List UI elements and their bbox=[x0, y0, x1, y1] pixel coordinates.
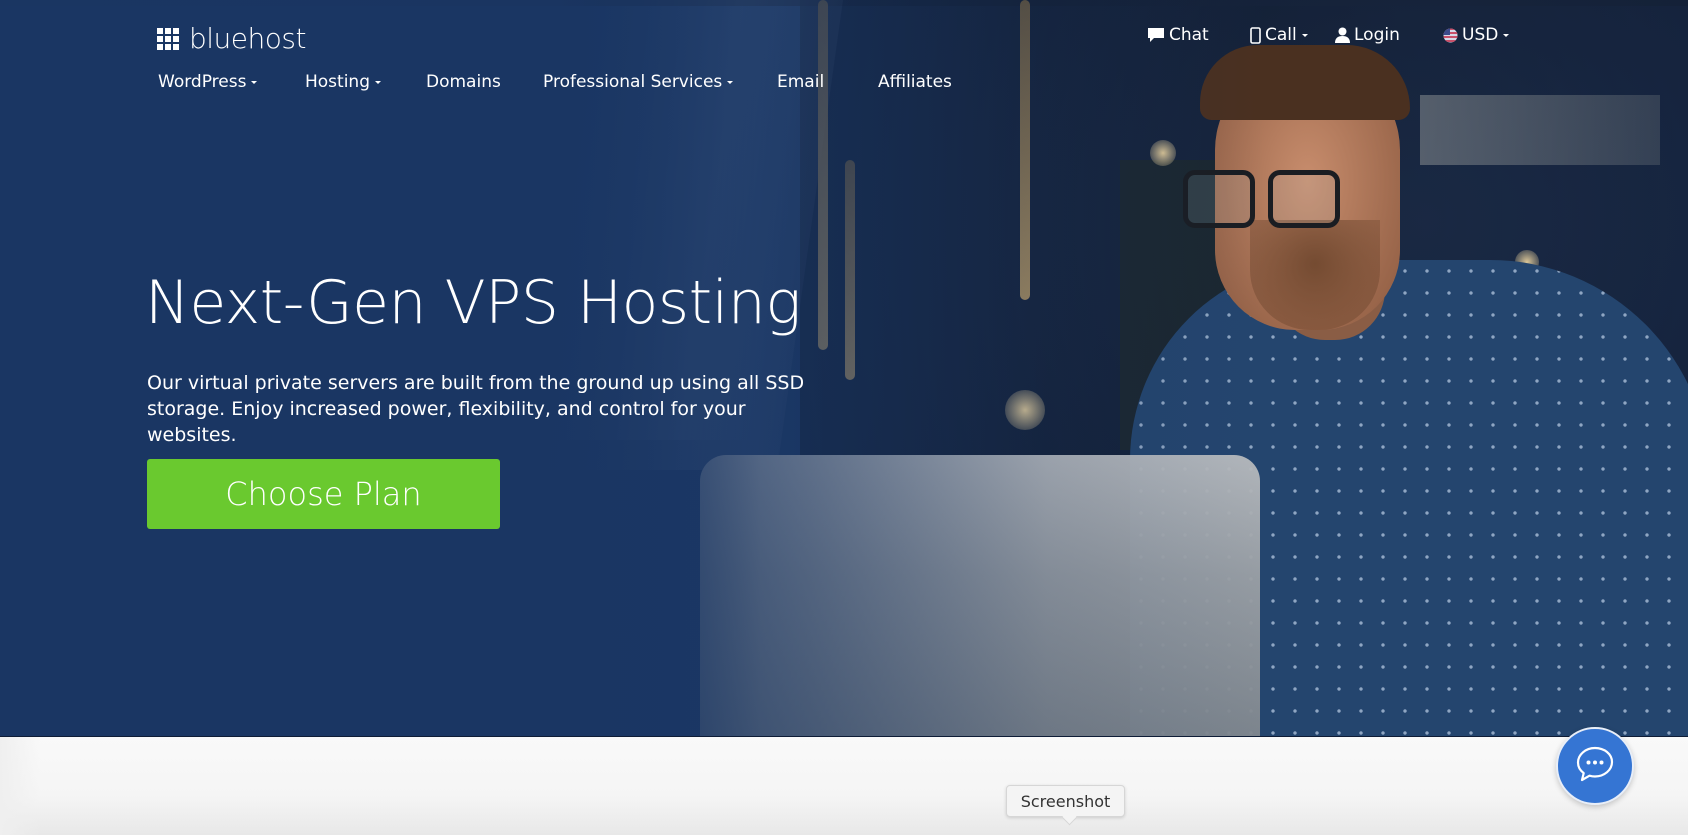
currency-dropdown[interactable]: USD bbox=[1443, 25, 1510, 45]
currency-label: USD bbox=[1462, 25, 1499, 45]
brand-name: bluehost bbox=[189, 22, 306, 55]
hero-subtitle: Our virtual private servers are built fr… bbox=[147, 372, 805, 446]
choose-plan-button[interactable]: Choose Plan bbox=[147, 459, 500, 529]
nav-email[interactable]: Email bbox=[777, 72, 824, 92]
hero-section: bluehost Chat Call Login USD WordPress H… bbox=[0, 0, 1688, 737]
chat-bubble-icon bbox=[1147, 27, 1165, 43]
chevron-down-icon bbox=[251, 80, 258, 84]
chat-link[interactable]: Chat bbox=[1147, 25, 1209, 45]
chevron-down-icon bbox=[1301, 33, 1308, 37]
grid-3x3-icon bbox=[157, 27, 179, 50]
nav-wordpress[interactable]: WordPress bbox=[158, 72, 258, 92]
us-flag-icon bbox=[1443, 28, 1458, 43]
chat-widget-button[interactable] bbox=[1556, 727, 1634, 805]
chevron-down-icon bbox=[727, 80, 734, 84]
call-label: Call bbox=[1265, 25, 1297, 45]
user-icon bbox=[1335, 27, 1350, 43]
nav-hosting[interactable]: Hosting bbox=[305, 72, 381, 92]
login-label: Login bbox=[1354, 25, 1400, 45]
nav-professional-services[interactable]: Professional Services bbox=[543, 72, 734, 92]
call-dropdown[interactable]: Call bbox=[1250, 25, 1308, 45]
chat-ellipsis-icon bbox=[1575, 745, 1615, 787]
nav-affiliates[interactable]: Affiliates bbox=[878, 72, 952, 92]
below-fold-section bbox=[0, 737, 1688, 835]
screenshot-tooltip: Screenshot bbox=[1006, 785, 1125, 817]
bluehost-logo[interactable]: bluehost bbox=[157, 22, 306, 55]
chat-label: Chat bbox=[1169, 25, 1209, 45]
mobile-phone-icon bbox=[1250, 26, 1261, 44]
chevron-down-icon bbox=[1503, 33, 1510, 37]
chevron-down-icon bbox=[375, 80, 381, 84]
nav-domains[interactable]: Domains bbox=[426, 72, 501, 92]
hero-title: Next-Gen VPS Hosting bbox=[145, 268, 801, 338]
login-link[interactable]: Login bbox=[1335, 25, 1400, 45]
